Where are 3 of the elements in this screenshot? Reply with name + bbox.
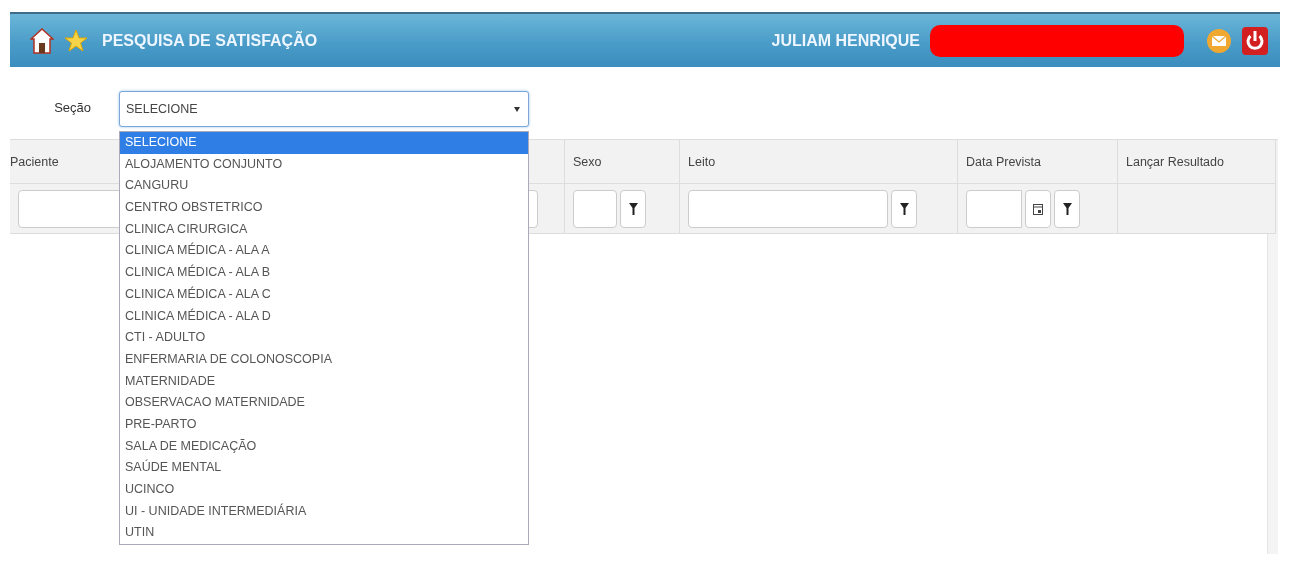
page-title: PESQUISA DE SATISFAÇÃO bbox=[102, 31, 318, 50]
user-name: JULIAM HENRIQUE bbox=[771, 31, 920, 50]
section-label: Seção bbox=[53, 99, 91, 115]
